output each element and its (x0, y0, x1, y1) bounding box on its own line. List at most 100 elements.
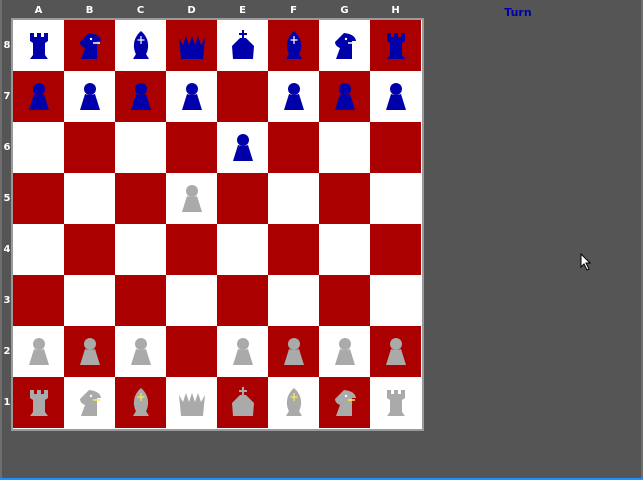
square-a7[interactable] (13, 71, 64, 122)
black-rook-icon[interactable] (378, 28, 414, 64)
square-a1[interactable] (13, 377, 64, 428)
black-pawn-icon[interactable] (72, 79, 108, 115)
square-e4[interactable] (217, 224, 268, 275)
square-c1[interactable] (115, 377, 166, 428)
square-h1[interactable] (370, 377, 421, 428)
square-c3[interactable] (115, 275, 166, 326)
square-a6[interactable] (13, 122, 64, 173)
white-king-icon[interactable] (225, 385, 261, 421)
black-pawn-icon[interactable] (174, 79, 210, 115)
black-knight-icon[interactable] (72, 28, 108, 64)
square-h4[interactable] (370, 224, 421, 275)
black-knight-icon[interactable] (327, 28, 363, 64)
square-b1[interactable] (64, 377, 115, 428)
square-f3[interactable] (268, 275, 319, 326)
window-frame-left (0, 0, 2, 480)
square-c5[interactable] (115, 173, 166, 224)
white-pawn-icon[interactable] (123, 334, 159, 370)
white-pawn-icon[interactable] (225, 334, 261, 370)
square-h5[interactable] (370, 173, 421, 224)
square-d3[interactable] (166, 275, 217, 326)
square-h7[interactable] (370, 71, 421, 122)
square-d1[interactable] (166, 377, 217, 428)
square-a4[interactable] (13, 224, 64, 275)
square-b3[interactable] (64, 275, 115, 326)
square-b5[interactable] (64, 173, 115, 224)
black-bishop-icon[interactable] (123, 28, 159, 64)
square-f4[interactable] (268, 224, 319, 275)
square-e6[interactable] (217, 122, 268, 173)
square-h3[interactable] (370, 275, 421, 326)
square-e2[interactable] (217, 326, 268, 377)
black-pawn-icon[interactable] (225, 130, 261, 166)
black-pawn-icon[interactable] (21, 79, 57, 115)
black-queen-icon[interactable] (174, 28, 210, 64)
square-e3[interactable] (217, 275, 268, 326)
square-f2[interactable] (268, 326, 319, 377)
square-g3[interactable] (319, 275, 370, 326)
square-e7[interactable] (217, 71, 268, 122)
square-e1[interactable] (217, 377, 268, 428)
black-rook-icon[interactable] (21, 28, 57, 64)
square-a5[interactable] (13, 173, 64, 224)
square-g8[interactable] (319, 20, 370, 71)
square-c2[interactable] (115, 326, 166, 377)
square-h8[interactable] (370, 20, 421, 71)
white-rook-icon[interactable] (21, 385, 57, 421)
white-queen-icon[interactable] (174, 385, 210, 421)
square-a2[interactable] (13, 326, 64, 377)
square-d7[interactable] (166, 71, 217, 122)
square-d2[interactable] (166, 326, 217, 377)
white-pawn-icon[interactable] (276, 334, 312, 370)
square-b8[interactable] (64, 20, 115, 71)
white-pawn-icon[interactable] (21, 334, 57, 370)
black-bishop-icon[interactable] (276, 28, 312, 64)
square-f5[interactable] (268, 173, 319, 224)
white-pawn-icon[interactable] (327, 334, 363, 370)
square-d4[interactable] (166, 224, 217, 275)
square-h2[interactable] (370, 326, 421, 377)
square-f1[interactable] (268, 377, 319, 428)
square-b2[interactable] (64, 326, 115, 377)
black-pawn-icon[interactable] (378, 79, 414, 115)
file-label-g: G (340, 5, 349, 16)
square-a8[interactable] (13, 20, 64, 71)
square-f8[interactable] (268, 20, 319, 71)
white-bishop-icon[interactable] (276, 385, 312, 421)
square-g1[interactable] (319, 377, 370, 428)
white-pawn-icon[interactable] (72, 334, 108, 370)
square-f7[interactable] (268, 71, 319, 122)
chess-board[interactable] (11, 18, 424, 431)
square-g5[interactable] (319, 173, 370, 224)
square-g7[interactable] (319, 71, 370, 122)
square-e8[interactable] (217, 20, 268, 71)
square-c4[interactable] (115, 224, 166, 275)
square-g6[interactable] (319, 122, 370, 173)
black-pawn-icon[interactable] (123, 79, 159, 115)
square-e5[interactable] (217, 173, 268, 224)
square-d8[interactable] (166, 20, 217, 71)
white-pawn-icon[interactable] (378, 334, 414, 370)
square-f6[interactable] (268, 122, 319, 173)
mouse-cursor-icon (580, 253, 592, 271)
square-c7[interactable] (115, 71, 166, 122)
black-pawn-icon[interactable] (327, 79, 363, 115)
black-king-icon[interactable] (225, 28, 261, 64)
white-knight-icon[interactable] (327, 385, 363, 421)
square-c6[interactable] (115, 122, 166, 173)
square-g4[interactable] (319, 224, 370, 275)
square-g2[interactable] (319, 326, 370, 377)
square-d5[interactable] (166, 173, 217, 224)
square-d6[interactable] (166, 122, 217, 173)
square-a3[interactable] (13, 275, 64, 326)
white-bishop-icon[interactable] (123, 385, 159, 421)
white-rook-icon[interactable] (378, 385, 414, 421)
white-knight-icon[interactable] (72, 385, 108, 421)
square-h6[interactable] (370, 122, 421, 173)
square-c8[interactable] (115, 20, 166, 71)
square-b6[interactable] (64, 122, 115, 173)
white-pawn-icon[interactable] (174, 181, 210, 217)
square-b7[interactable] (64, 71, 115, 122)
black-pawn-icon[interactable] (276, 79, 312, 115)
square-b4[interactable] (64, 224, 115, 275)
